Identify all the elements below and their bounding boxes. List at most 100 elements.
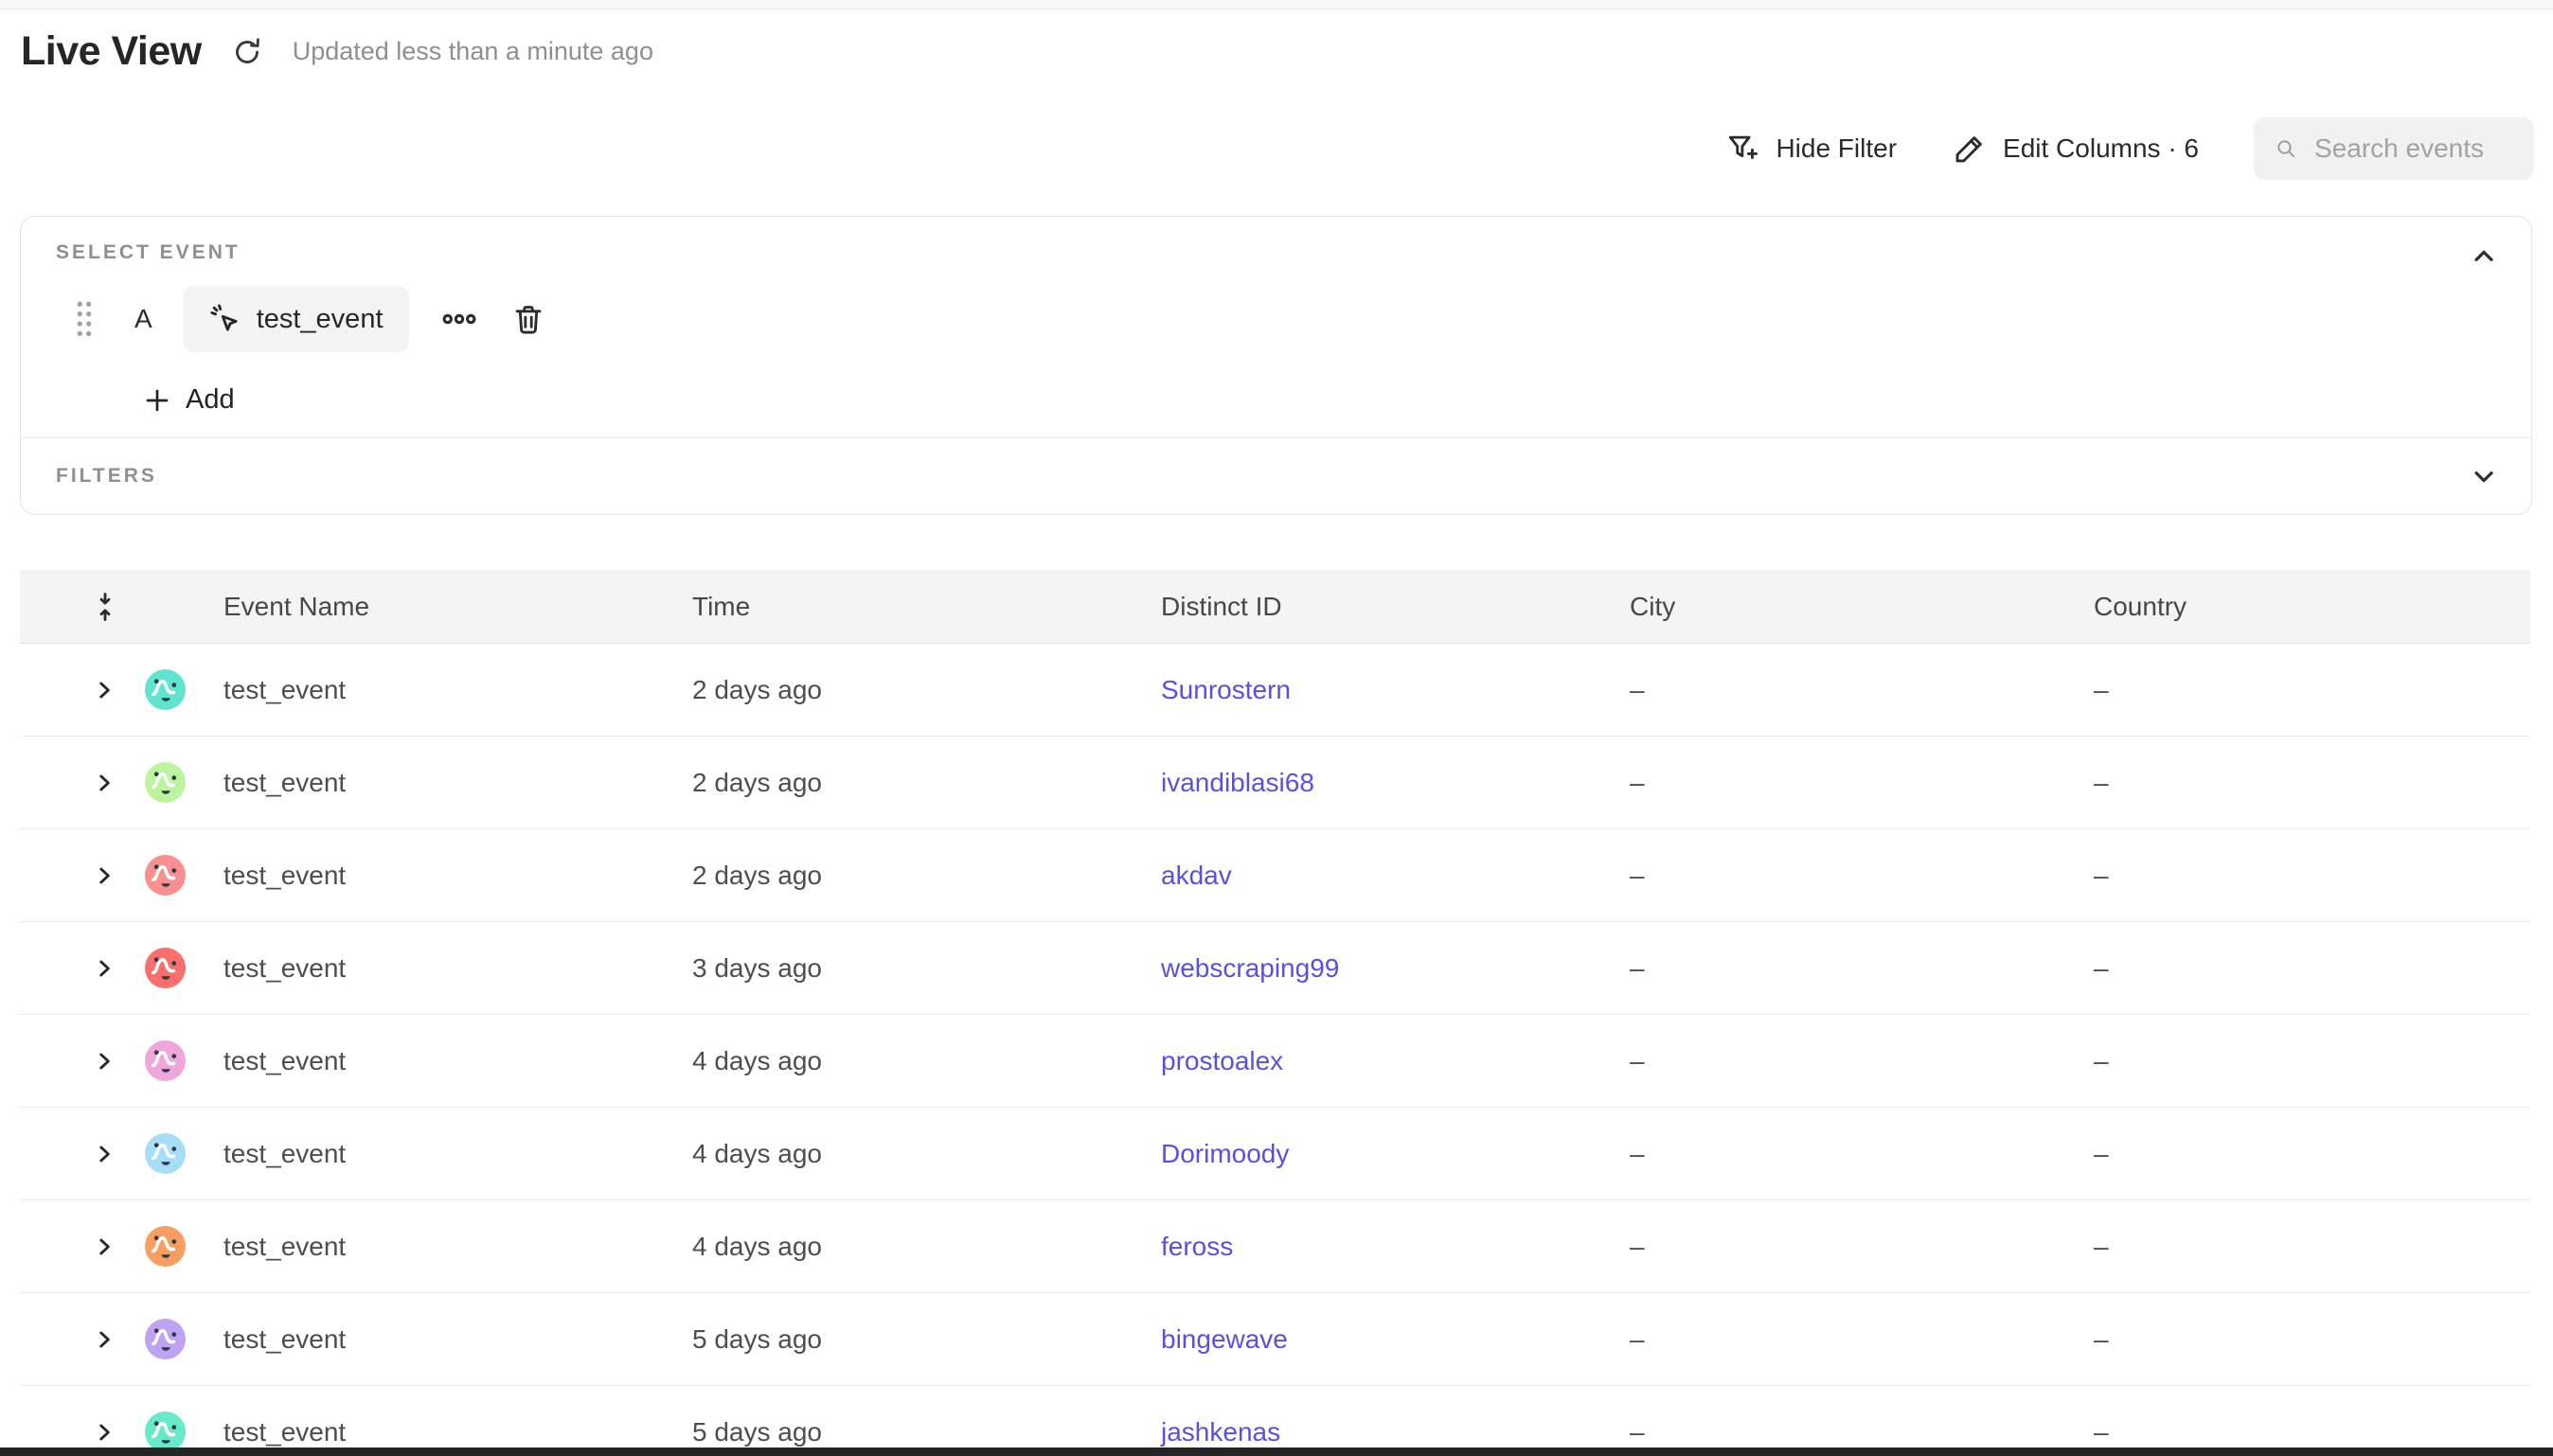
user-avatar[interactable]	[145, 669, 186, 710]
refresh-button[interactable]	[228, 33, 266, 71]
expand-row-button[interactable]	[90, 769, 118, 797]
distinct-id-link[interactable]: jashkenas	[1161, 1417, 1280, 1447]
select-event-section: SELECT EVENT A	[21, 217, 2531, 438]
select-event-heading: SELECT EVENT	[56, 241, 241, 264]
user-avatar[interactable]	[145, 762, 186, 803]
event-more-options-button[interactable]	[437, 297, 481, 341]
distinct-id-link[interactable]: ivandiblasi68	[1161, 768, 1314, 797]
city-cell: –	[1630, 1417, 2094, 1447]
distinct-id-link[interactable]: prostoalex	[1161, 1046, 1283, 1075]
distinct-id-link[interactable]: Sunrostern	[1161, 675, 1291, 704]
hide-filter-button[interactable]: Hide Filter	[1724, 131, 1897, 167]
table-row: test_event 4 days ago prostoalex – –	[20, 1015, 2530, 1108]
distinct-id-link[interactable]: feross	[1161, 1232, 1233, 1261]
user-avatar[interactable]	[145, 1319, 186, 1359]
user-avatar[interactable]	[145, 948, 186, 988]
chevron-right-icon	[92, 1234, 116, 1259]
trash-icon	[510, 301, 546, 337]
expand-row-button[interactable]	[90, 1140, 118, 1168]
city-cell: –	[1630, 861, 2094, 891]
time-cell: 4 days ago	[692, 1046, 1161, 1076]
distinct-id-link[interactable]: akdav	[1161, 861, 1232, 890]
events-table: Event Name Time Distinct ID City Country	[20, 570, 2530, 1456]
event-query-row: A test_event	[74, 285, 549, 353]
delete-event-button[interactable]	[508, 298, 549, 340]
toolbar: Hide Filter Edit Columns · 6	[1724, 117, 2534, 180]
expand-row-button[interactable]	[90, 954, 118, 983]
refresh-icon	[230, 35, 264, 69]
avatar-face-icon	[145, 762, 186, 803]
avatar-face-icon	[145, 1412, 186, 1452]
search-events-box[interactable]	[2254, 117, 2534, 180]
user-avatar[interactable]	[145, 1412, 186, 1452]
country-cell: –	[2094, 675, 2530, 705]
chevron-right-icon	[92, 678, 116, 702]
city-cell: –	[1630, 1046, 2094, 1076]
event-selector-chip[interactable]: test_event	[183, 286, 409, 352]
top-edge-divider	[0, 0, 2553, 9]
avatar-face-icon	[145, 1040, 186, 1081]
country-cell: –	[2094, 1139, 2530, 1169]
city-cell: –	[1630, 1324, 2094, 1355]
country-cell: –	[2094, 768, 2530, 798]
filter-plus-icon	[1724, 131, 1760, 167]
table-row: test_event 5 days ago jashkenas – –	[20, 1386, 2530, 1456]
table-row: test_event 2 days ago akdav – –	[20, 829, 2530, 922]
query-builder-panel: SELECT EVENT A	[20, 216, 2532, 515]
search-events-input[interactable]	[2314, 133, 2513, 164]
chevron-right-icon	[92, 1142, 116, 1166]
collapse-select-event-button[interactable]	[2465, 238, 2503, 275]
add-event-button[interactable]: Add	[142, 384, 235, 416]
user-avatar[interactable]	[145, 1226, 186, 1267]
event-name-cell: test_event	[223, 1232, 692, 1262]
table-body: test_event 2 days ago Sunrostern – –	[20, 644, 2530, 1456]
expand-row-button[interactable]	[90, 1233, 118, 1261]
time-cell: 4 days ago	[692, 1232, 1161, 1262]
user-avatar[interactable]	[145, 855, 186, 896]
edit-columns-button[interactable]: Edit Columns · 6	[1952, 131, 2199, 167]
expand-row-button[interactable]	[90, 1418, 118, 1447]
expand-row-button[interactable]	[90, 676, 118, 704]
avatar-face-icon	[145, 1226, 186, 1267]
event-name-cell: test_event	[223, 1139, 692, 1169]
table-row: test_event 2 days ago Sunrostern – –	[20, 644, 2530, 737]
time-cell: 2 days ago	[692, 768, 1161, 798]
table-row: test_event 2 days ago ivandiblasi68 – –	[20, 737, 2530, 829]
user-avatar[interactable]	[145, 1133, 186, 1174]
event-name-cell: test_event	[223, 861, 692, 891]
expand-filters-button[interactable]	[2465, 457, 2503, 495]
window-bottom-edge	[0, 1447, 2553, 1456]
column-header-time: Time	[692, 592, 1161, 622]
distinct-id-link[interactable]: webscraping99	[1161, 953, 1339, 983]
event-name-cell: test_event	[223, 675, 692, 705]
user-avatar[interactable]	[145, 1040, 186, 1081]
expand-row-button[interactable]	[90, 861, 118, 890]
selected-event-name: test_event	[257, 304, 384, 335]
column-header-country: Country	[2094, 592, 2530, 622]
collapse-all-rows-button[interactable]	[86, 588, 124, 626]
avatar-face-icon	[145, 855, 186, 896]
drag-handle[interactable]	[74, 296, 98, 342]
expand-row-button[interactable]	[90, 1047, 118, 1075]
chevron-right-icon	[92, 1049, 116, 1074]
distinct-id-link[interactable]: bingewave	[1161, 1324, 1288, 1354]
city-cell: –	[1630, 768, 2094, 798]
table-row: test_event 4 days ago Dorimoody – –	[20, 1108, 2530, 1200]
avatar-face-icon	[145, 669, 186, 710]
filters-section: FILTERS	[21, 438, 2531, 514]
city-cell: –	[1630, 953, 2094, 984]
event-name-cell: test_event	[223, 1417, 692, 1447]
filters-heading: FILTERS	[56, 465, 157, 488]
live-view-page: Live View Updated less than a minute ago…	[0, 0, 2553, 1456]
time-cell: 2 days ago	[692, 675, 1161, 705]
city-cell: –	[1630, 675, 2094, 705]
expand-row-button[interactable]	[90, 1325, 118, 1354]
page-title: Live View	[21, 28, 202, 75]
distinct-id-link[interactable]: Dorimoody	[1161, 1139, 1289, 1168]
column-header-event-name: Event Name	[223, 592, 692, 622]
pencil-icon	[1952, 131, 1988, 167]
plus-icon	[142, 385, 172, 416]
country-cell: –	[2094, 1417, 2530, 1447]
cursor-click-icon	[208, 302, 242, 336]
city-cell: –	[1630, 1139, 2094, 1169]
